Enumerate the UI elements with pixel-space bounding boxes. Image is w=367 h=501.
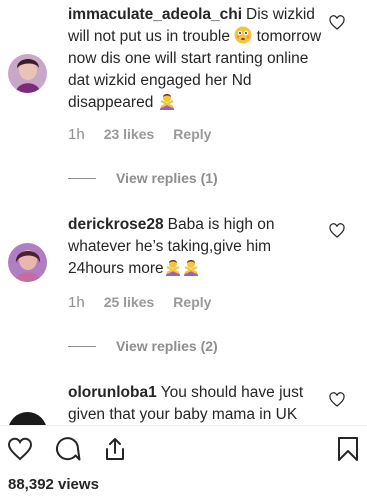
share-icon[interactable] xyxy=(102,436,128,462)
comment-icon[interactable] xyxy=(55,436,81,462)
comment-meta: 1h 23 likes Reply xyxy=(68,126,230,143)
person-gesturing-no-emoji xyxy=(182,258,200,276)
flushed-face-emoji xyxy=(234,26,252,44)
comment-username[interactable]: derickrose28 xyxy=(68,216,164,233)
view-replies-label: View replies (2) xyxy=(116,338,218,354)
view-replies-button[interactable]: View replies (2) xyxy=(68,338,218,354)
comment-body: olorunloba1 You should have just given th… xyxy=(68,382,330,425)
comment-time: 1h xyxy=(68,294,85,311)
avatar[interactable] xyxy=(8,412,47,425)
comment-username[interactable]: olorunloba1 xyxy=(68,384,157,401)
comment-meta: 1h 25 likes Reply xyxy=(68,294,230,311)
avatar[interactable] xyxy=(8,243,47,282)
person-gesturing-no-emoji xyxy=(158,92,176,110)
comment-time: 1h xyxy=(68,126,85,143)
comment-body: immaculate_adeola_chi Dis wizkid will not… xyxy=(68,4,330,114)
view-replies-label: View replies (1) xyxy=(116,170,218,186)
like-comment-icon[interactable] xyxy=(329,392,345,408)
like-comment-icon[interactable] xyxy=(329,223,345,239)
comment-likes[interactable]: 23 likes xyxy=(104,126,155,142)
person-gesturing-no-emoji xyxy=(164,258,182,276)
reply-button[interactable]: Reply xyxy=(173,294,211,310)
view-replies-button[interactable]: View replies (1) xyxy=(68,170,218,186)
bookmark-icon[interactable] xyxy=(335,436,361,462)
divider-line xyxy=(68,345,96,347)
like-comment-icon[interactable] xyxy=(329,15,345,31)
view-count: 88,392 views xyxy=(8,476,99,493)
heart-icon[interactable] xyxy=(7,436,33,462)
divider-line xyxy=(68,177,96,179)
comment-likes[interactable]: 25 likes xyxy=(104,294,155,310)
action-bar: 88,392 views xyxy=(0,425,367,501)
avatar[interactable] xyxy=(8,54,47,93)
reply-button[interactable]: Reply xyxy=(173,126,211,142)
comment-username[interactable]: immaculate_adeola_chi xyxy=(68,6,242,23)
comments-list: immaculate_adeola_chi Dis wizkid will not… xyxy=(0,0,367,425)
comment-body: derickrose28 Baba is high on whatever he’… xyxy=(68,214,330,280)
